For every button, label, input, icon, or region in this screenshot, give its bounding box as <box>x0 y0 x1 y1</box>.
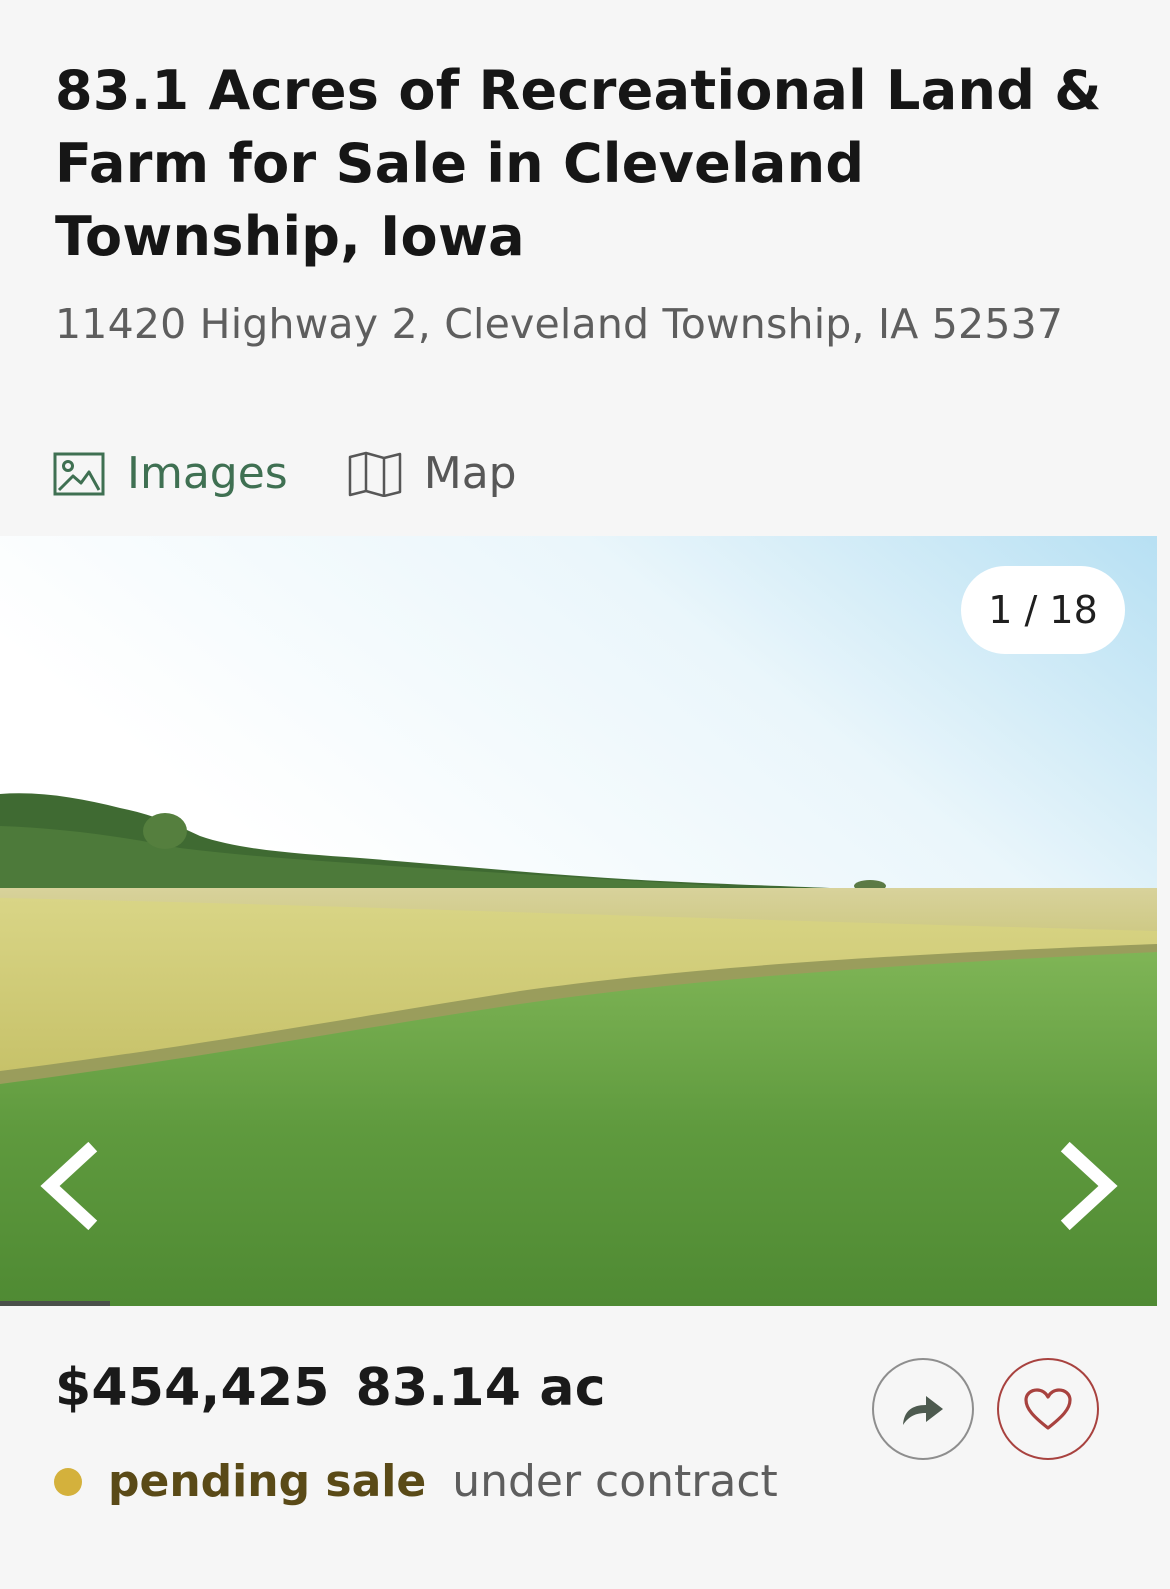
heart-icon <box>1024 1388 1072 1430</box>
tab-images-label: Images <box>127 448 288 499</box>
share-button[interactable] <box>872 1358 974 1460</box>
listing-address: 11420 Highway 2, Cleveland Township, IA … <box>55 300 1064 348</box>
media-tabs: Images Map <box>53 448 517 499</box>
listing-price: $454,425 <box>55 1358 330 1418</box>
price-row: $454,425 83.14 ac <box>55 1358 606 1418</box>
listing-title: 83.1 Acres of Recreational Land & Farm f… <box>55 59 1102 268</box>
status-detail: under contract <box>452 1456 778 1507</box>
tab-map[interactable]: Map <box>348 448 517 499</box>
favorite-button[interactable] <box>997 1358 1099 1460</box>
listing-status: pending sale under contract <box>54 1456 778 1507</box>
tab-map-label: Map <box>423 448 517 499</box>
listing-photo <box>0 536 1157 1306</box>
image-icon <box>53 452 105 495</box>
share-icon <box>903 1396 943 1425</box>
tab-images[interactable]: Images <box>53 448 288 499</box>
map-icon <box>348 451 401 497</box>
listing-acres: 83.14 ac <box>355 1358 606 1418</box>
chevron-left-icon[interactable] <box>36 1141 106 1231</box>
chevron-right-icon[interactable] <box>1052 1141 1122 1231</box>
status-dot <box>54 1467 82 1496</box>
listing-page: 83.1 Acres of Recreational Land & Farm f… <box>0 0 1170 1589</box>
photo-gallery[interactable]: 1 / 18 <box>0 536 1157 1306</box>
gallery-progress-indicator <box>0 1301 110 1306</box>
photo-counter: 1 / 18 <box>961 566 1125 654</box>
status-label: pending sale <box>108 1456 427 1507</box>
